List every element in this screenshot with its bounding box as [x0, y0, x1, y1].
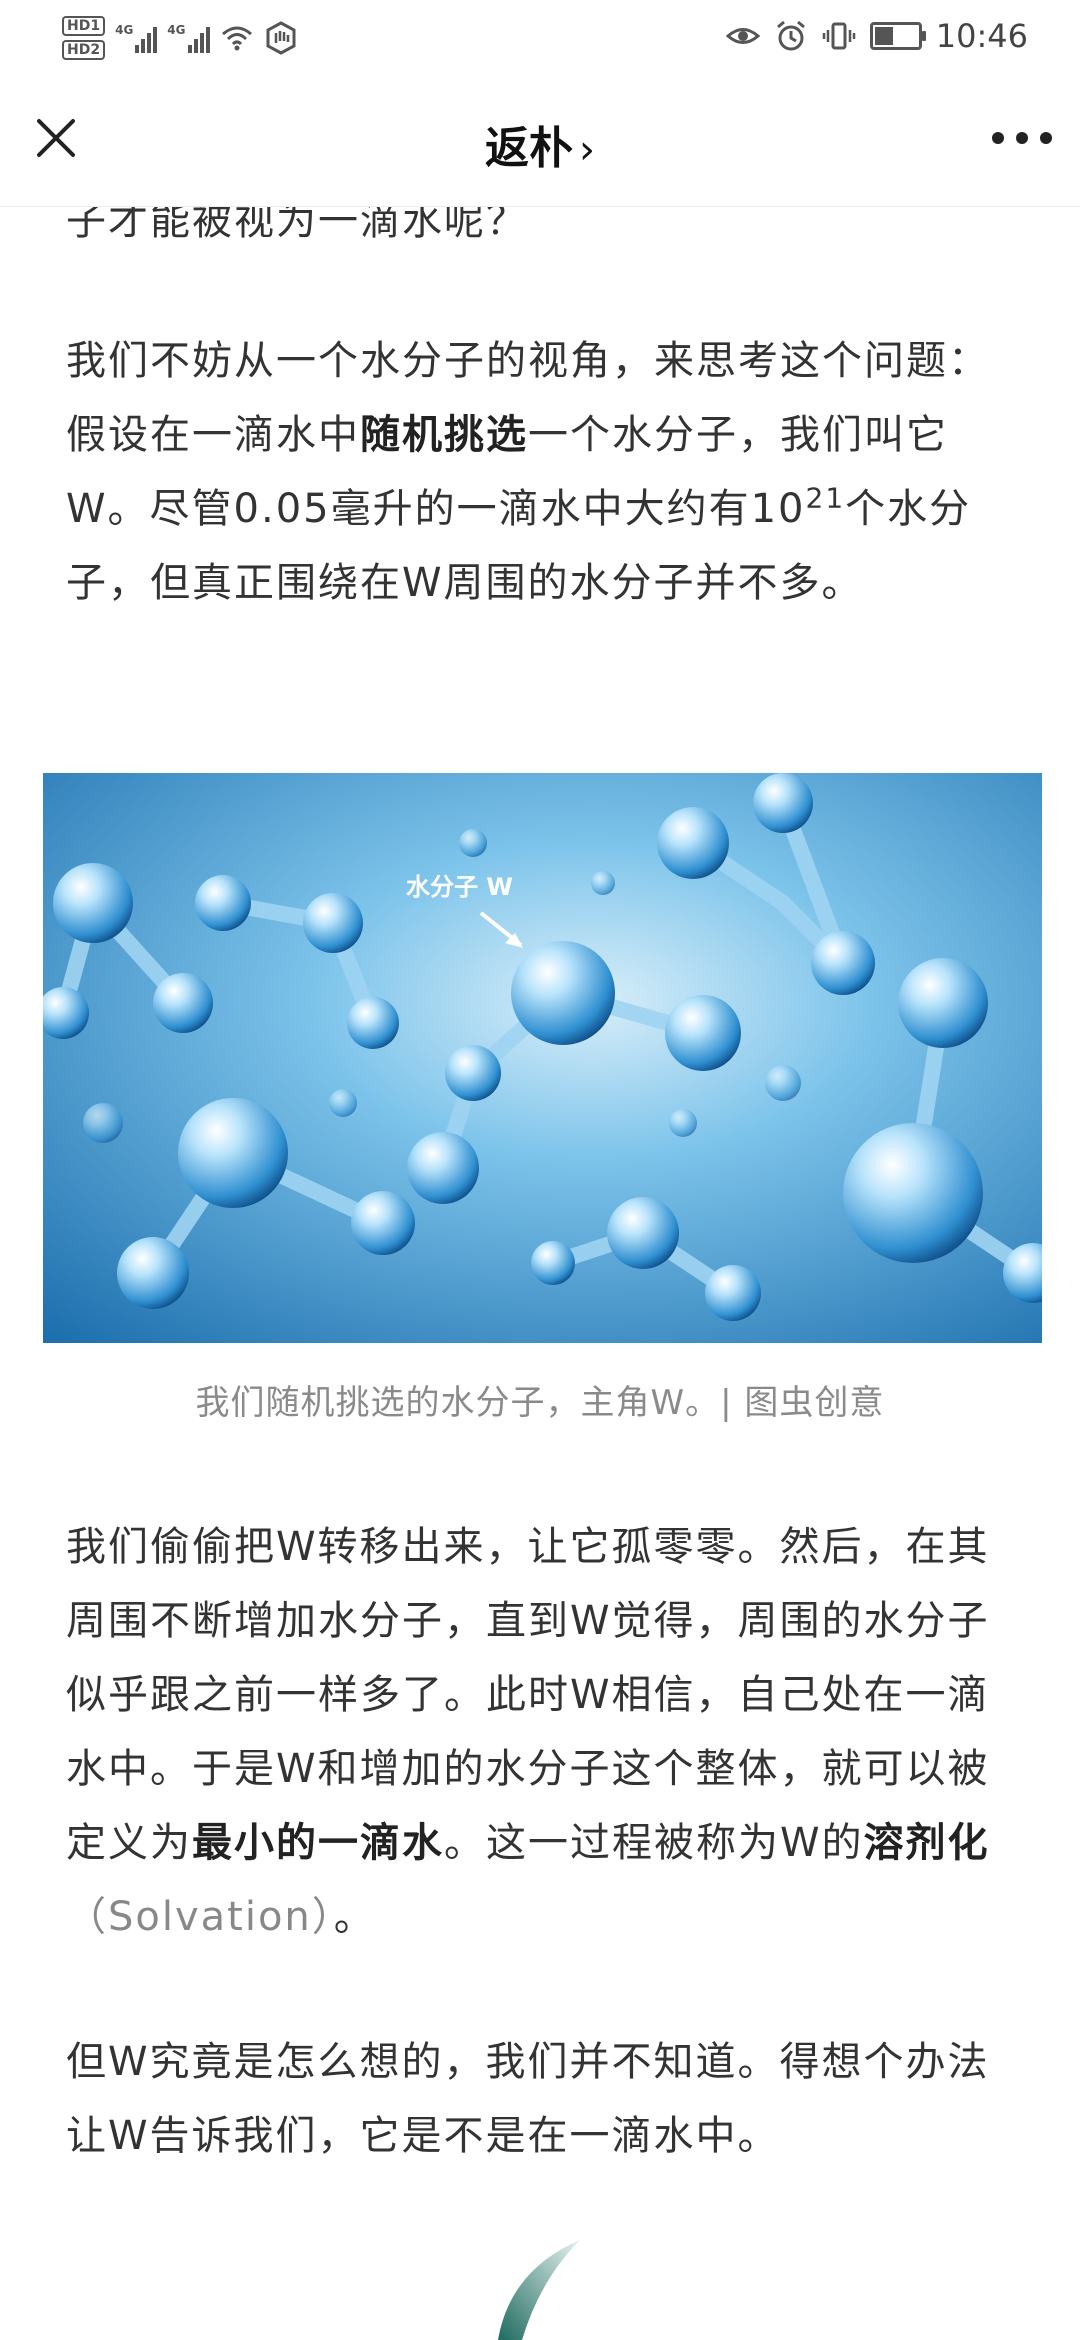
nav-bar: 返朴 › — [0, 72, 1080, 207]
hd1-icon: HD1 — [62, 16, 106, 36]
molecule-illustration: 水分子 W — [43, 773, 1042, 1343]
status-bar: HD1 HD2 4G 4G 10:46 — [0, 0, 1080, 72]
eye-icon — [725, 28, 760, 44]
hand-icon — [266, 21, 295, 55]
hd-icons: HD1 HD2 — [62, 16, 106, 60]
molecule-label: 水分子 W — [406, 873, 513, 901]
account-name[interactable]: 返朴 — [485, 123, 573, 174]
exponent: 21 — [805, 481, 846, 515]
clock: 10:46 — [935, 17, 1028, 55]
signal-icon-2: 4G — [167, 23, 210, 53]
image-caption: 我们随机挑选的水分子，主角W。| 图虫创意 — [195, 1383, 885, 1423]
battery-icon — [869, 22, 926, 50]
more-options-button[interactable] — [992, 132, 1052, 146]
bold-text-2: 溶剂化 — [863, 1820, 990, 1866]
status-right: 10:46 — [725, 12, 1028, 60]
alarm-icon — [776, 20, 805, 51]
paragraph-2: 我们偷偷把W转移出来，让它孤零零。然后，在其周围不断增加水分子，直到W觉得，周围… — [66, 1524, 990, 1940]
status-left: HD1 HD2 4G 4G — [62, 10, 298, 66]
account-title[interactable]: 返朴 › — [0, 112, 1080, 176]
bold-text: 最小的一滴水 — [192, 1820, 444, 1866]
paragraph-3: 但W究竟是怎么想的，我们并不知道。得想个办法让W告诉我们，它是不是在一滴水中。 — [66, 2039, 990, 2159]
decorative-leaf-icon — [498, 2240, 580, 2340]
wifi-icon — [221, 26, 252, 51]
chevron-right-icon: › — [579, 127, 595, 173]
paragraph-1: 我们不妨从一个水分子的视角，来思考这个问题：假设在一滴水中随机挑选一个水分子，我… — [66, 338, 990, 606]
signal-icon: 4G — [115, 23, 158, 53]
article-image[interactable]: 水分子 W — [43, 773, 1042, 1343]
english-term: （Solvation） — [66, 1894, 334, 1940]
hd2-icon: HD2 — [62, 40, 106, 60]
vibrate-icon — [822, 22, 856, 50]
bold-text: 随机挑选 — [360, 412, 528, 458]
